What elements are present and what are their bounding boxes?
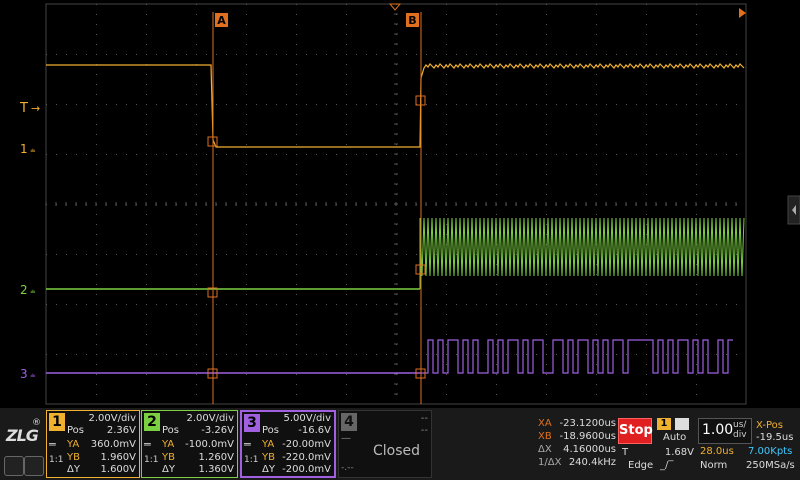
channel-2-panel[interactable]: 2 2.00V/div Pos -3.26V YA -100.0mV YB 1.260… [141,410,238,478]
run-stop-button[interactable]: Stop [618,418,653,444]
ch2-yb: 1.260V [198,452,234,463]
ch2-dy-label: ΔY [162,464,175,475]
ch1-coupling-icon: ═ [49,438,56,451]
ch1-ground-marker: 1 [20,142,28,156]
ch2-ground-icon: ≐ [30,288,36,296]
brand-logo: ZLG [6,426,39,445]
ch3-ya-label: YA [262,439,275,450]
xa-value: -23.1200us [559,418,616,429]
ch3-ya: -20.00mV [282,439,331,450]
ch1-dy-label: ΔY [67,464,80,475]
cursor-readout: XA -23.1200us XB -18.9600us ΔX 4.16000us… [536,418,616,474]
screen-capture-icon[interactable] [24,456,44,476]
xb-label: XB [538,431,552,442]
ch3-pos-label: Pos [262,425,280,436]
trigger-arrow-icon: → [31,102,40,115]
ch1-ground-icon: ≐ [30,147,36,155]
ch3-probe-ratio: 1:1 [244,455,259,465]
ch2-coupling-icon: ═ [144,438,151,451]
ch1-scale: 2.00V/div [88,413,136,424]
ch3-dy-label: ΔY [262,464,275,475]
cursor-b-label: B [408,14,416,27]
dx-label: ΔX [538,444,552,455]
trigger-type: Edge [628,460,654,471]
ch2-probe-ratio: 1:1 [144,455,159,465]
sample-rate: 250MSa/s [746,460,795,471]
ch4-dash-2: -- [420,425,428,436]
ch1-pos: 2.36V [106,425,136,436]
ch3-dy: -200.0mV [282,464,331,475]
trigger-source: 1 [657,418,671,430]
ch2-pos: -3.26V [201,425,234,436]
trigger-t-label: T [622,447,629,458]
cursor-a-label: A [217,14,226,27]
trigger-coupling-icon [675,418,689,430]
timebase-delay: 28.0us [700,446,734,457]
channel-1-number: 1 [49,413,65,431]
rising-edge-icon: _/‾ [660,460,674,471]
oscilloscope-screen: A B T → 1 ≐ 2 ≐ 3 ≐ ZLG ® 1 2.00V/div Po… [0,0,800,480]
ch3-yb: -220.0mV [282,452,331,463]
xa-label: XA [538,418,552,429]
ch2-ya-label: YA [162,439,175,450]
ch3-yb-label: YB [262,452,275,463]
ch1-probe-ratio: 1:1 [49,455,64,465]
inv-dx-value: 240.4kHz [568,457,616,468]
waveform-display[interactable]: A B T → 1 ≐ 2 ≐ 3 ≐ [0,0,800,408]
ch1-dy: 1.600V [100,464,136,475]
channel-2-number: 2 [144,413,160,431]
trigger-level-panel[interactable]: T 1.68V Edge _/‾ [620,446,696,476]
ch3-pos: -16.6V [298,425,331,436]
dx-value: 4.16000us [563,444,616,455]
memory-depth: 7.00Kpts [748,446,793,457]
channel-1-panel[interactable]: 1 2.00V/div Pos 2.36V YA 360.0mV YB 1.960V … [46,410,140,478]
ch1-yb-label: YB [67,452,80,463]
channel-4-panel[interactable]: 4 -- -- Closed — -.-- [338,410,432,478]
timebase-scale[interactable]: 1.00 us/ div [698,418,752,444]
xb-value: -18.9600us [559,431,616,442]
ch2-ya: -100.0mV [185,439,234,450]
ch1-ya-label: YA [67,439,80,450]
timebase-unit-top: us/ [733,420,747,430]
timebase-unit-bottom: div [733,430,747,440]
timebase-value: 1.00 [702,422,734,438]
ch4-minus-icon: — [341,433,351,444]
ch3-ground-marker: 3 [20,367,28,381]
acq-mode: Norm [700,460,728,471]
brand-area: ZLG ® [2,412,44,478]
ch4-dash-3: -.-- [341,463,354,473]
trigger-mode: Auto [663,432,687,443]
ch4-status: Closed [373,443,421,459]
ch3-coupling-icon: ═ [244,438,251,451]
trigger-level-marker: T [19,101,28,116]
trigger-level: 1.68V [664,447,694,458]
registered-mark: ® [32,418,41,428]
ch1-pos-label: Pos [67,425,85,436]
touch-lock-icon[interactable] [4,456,24,476]
ch2-ground-marker: 2 [20,283,28,297]
xpos-value: -19.5us [756,432,794,443]
channel-3-number: 3 [244,414,260,432]
channel-3-panel[interactable]: 3 5.00V/div Pos -16.6V YA -20.00mV YB -220.… [240,410,336,478]
ch3-scale: 5.00V/div [283,413,331,424]
xpos-label: X-Pos [756,420,783,431]
ch1-ya: 360.0mV [90,439,136,450]
ch4-dash-1: -- [420,413,428,424]
run-state: Stop [619,423,653,438]
ch1-yb: 1.960V [100,452,136,463]
channel-4-number: 4 [341,413,357,431]
ch3-ground-icon: ≐ [30,372,36,380]
ch2-dy: 1.360V [198,464,234,475]
inv-dx-label: 1/ΔX [538,457,562,468]
ch2-yb-label: YB [162,452,175,463]
ch2-scale: 2.00V/div [186,413,234,424]
ch2-pos-label: Pos [162,425,180,436]
